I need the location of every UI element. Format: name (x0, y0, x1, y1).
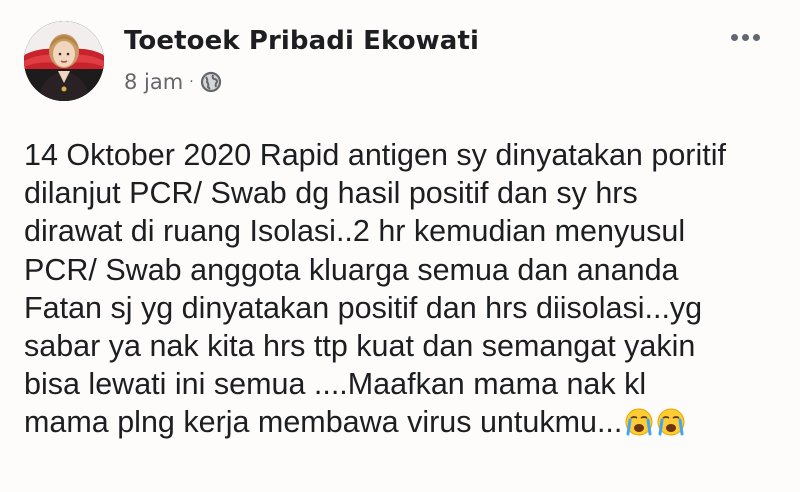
post-text-line-last: mama plng kerja membawa virus untukmu... (24, 403, 784, 441)
avatar-photo (24, 21, 104, 101)
facebook-post: Toetoek Pribadi Ekowati 8 jam · 14 Oktob… (0, 0, 800, 492)
loudly-crying-face-icon (656, 407, 686, 437)
loudly-crying-face-icon (624, 407, 654, 437)
post-meta: 8 jam · (124, 70, 222, 94)
post-text-line: sabar ya nak kita hrs ttp kuat dan seman… (24, 329, 696, 364)
post-text-line: bisa lewati ini semua ....Maafkan mama n… (24, 367, 647, 402)
post-text-line: dirawat di ruang Isolasi..2 hr kemudian … (24, 214, 686, 249)
avatar[interactable] (24, 21, 104, 101)
post-text-line: Fatan sj yg dinyatakan positif dan hrs d… (24, 290, 703, 325)
post-text-line: 14 Oktober 2020 Rapid antigen sy dinyata… (24, 138, 726, 172)
post-text: 14 Oktober 2020 Rapid antigen sy dinyata… (24, 136, 784, 442)
author-name[interactable]: Toetoek Pribadi Ekowati (124, 26, 479, 56)
post-text-line: dilanjut PCR/ Swab dg hasil positif dan … (24, 176, 638, 211)
meta-separator: · (189, 74, 194, 90)
post-text-line: PCR/ Swab anggota kluarga semua dan anan… (24, 252, 679, 287)
globe-icon[interactable] (200, 71, 222, 93)
post-timestamp[interactable]: 8 jam (124, 70, 183, 94)
more-options-icon[interactable] (727, 28, 764, 47)
post-text-line-content: mama plng kerja membawa virus untukmu... (24, 405, 623, 440)
